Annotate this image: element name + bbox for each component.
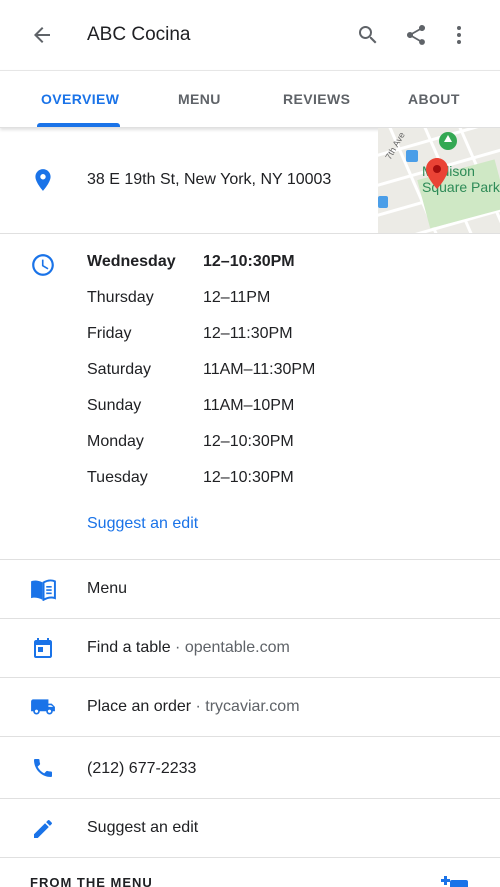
day-label: Monday: [87, 433, 144, 450]
time-label: 12–11PM: [203, 289, 271, 306]
arrow-back-icon: [34, 27, 50, 43]
phone-number: (212) 677-2233: [87, 760, 197, 777]
find-table-provider: · opentable.com: [170, 639, 290, 656]
tab-overview[interactable]: OVERVIEW: [41, 91, 119, 107]
day-label: Tuesday: [87, 469, 148, 486]
book-icon: [29, 577, 57, 603]
location-pin-icon: [35, 169, 51, 191]
from-the-menu-heading: FROM THE MENU: [30, 875, 153, 887]
menu-label: Menu: [87, 580, 128, 597]
time-label: 12–11:30PM: [203, 325, 293, 342]
map-image: 7th Ave Madison Square Park: [378, 128, 500, 233]
delivery-truck-icon: [29, 695, 57, 721]
clock-icon: [32, 254, 54, 276]
add-photo-button[interactable]: [440, 874, 470, 887]
tab-reviews[interactable]: REVIEWS: [283, 91, 350, 107]
find-table-row[interactable]: Find a table · opentable.com: [0, 619, 500, 678]
place-title: ABC Cocina: [87, 24, 191, 45]
day-label: Friday: [87, 325, 132, 342]
find-table-text: Find a table: [87, 639, 171, 656]
time-label: 12–10:30PM: [203, 469, 294, 486]
place-order-text: Place an order: [87, 698, 192, 715]
tab-about[interactable]: ABOUT: [408, 91, 460, 107]
more-options-button[interactable]: [441, 17, 477, 53]
day-label: Thursday: [87, 289, 154, 306]
hours-section: Wednesday 12–10:30PM Thursday 12–11PM Fr…: [0, 234, 500, 560]
menu-row[interactable]: Menu: [0, 560, 500, 619]
find-table-label: Find a table · opentable.com: [87, 639, 290, 657]
day-label: Wednesday: [87, 253, 176, 270]
app-bar: ABC Cocina: [0, 0, 500, 70]
more-vert-icon: [457, 26, 461, 44]
time-label: 12–10:30PM: [203, 433, 294, 450]
tab-bar: OVERVIEW MENU REVIEWS ABOUT: [0, 70, 500, 128]
search-button[interactable]: [350, 17, 386, 53]
day-label: Sunday: [87, 397, 142, 414]
time-label: 12–10:30PM: [203, 253, 295, 270]
phone-icon: [29, 755, 57, 781]
add-photo-icon: [441, 876, 468, 887]
time-label: 11AM–10PM: [203, 397, 295, 414]
suggest-hours-edit-link[interactable]: Suggest an edit: [87, 515, 198, 533]
calendar-icon: [29, 636, 57, 662]
place-order-label: Place an order · trycaviar.com: [87, 698, 300, 716]
day-label: Saturday: [87, 361, 152, 378]
address-row[interactable]: 38 E 19th St, New York, NY 10003 7th Ave…: [0, 128, 500, 234]
search-icon: [359, 26, 377, 44]
back-button[interactable]: [24, 17, 60, 53]
suggest-edit-label: Suggest an edit: [87, 819, 199, 836]
share-button[interactable]: [398, 17, 434, 53]
share-icon: [406, 24, 426, 45]
active-tab-indicator: [37, 123, 120, 127]
map-thumbnail[interactable]: 7th Ave Madison Square Park: [378, 128, 500, 233]
place-order-row[interactable]: Place an order · trycaviar.com: [0, 678, 500, 737]
phone-row[interactable]: (212) 677-2233: [0, 737, 500, 799]
suggest-edit-row[interactable]: Suggest an edit: [0, 799, 500, 858]
tab-menu[interactable]: MENU: [178, 91, 221, 107]
pencil-icon: [29, 816, 57, 842]
time-label: 11AM–11:30PM: [203, 361, 316, 378]
place-order-provider: · trycaviar.com: [191, 698, 300, 715]
address-text: 38 E 19th St, New York, NY 10003: [87, 171, 332, 188]
